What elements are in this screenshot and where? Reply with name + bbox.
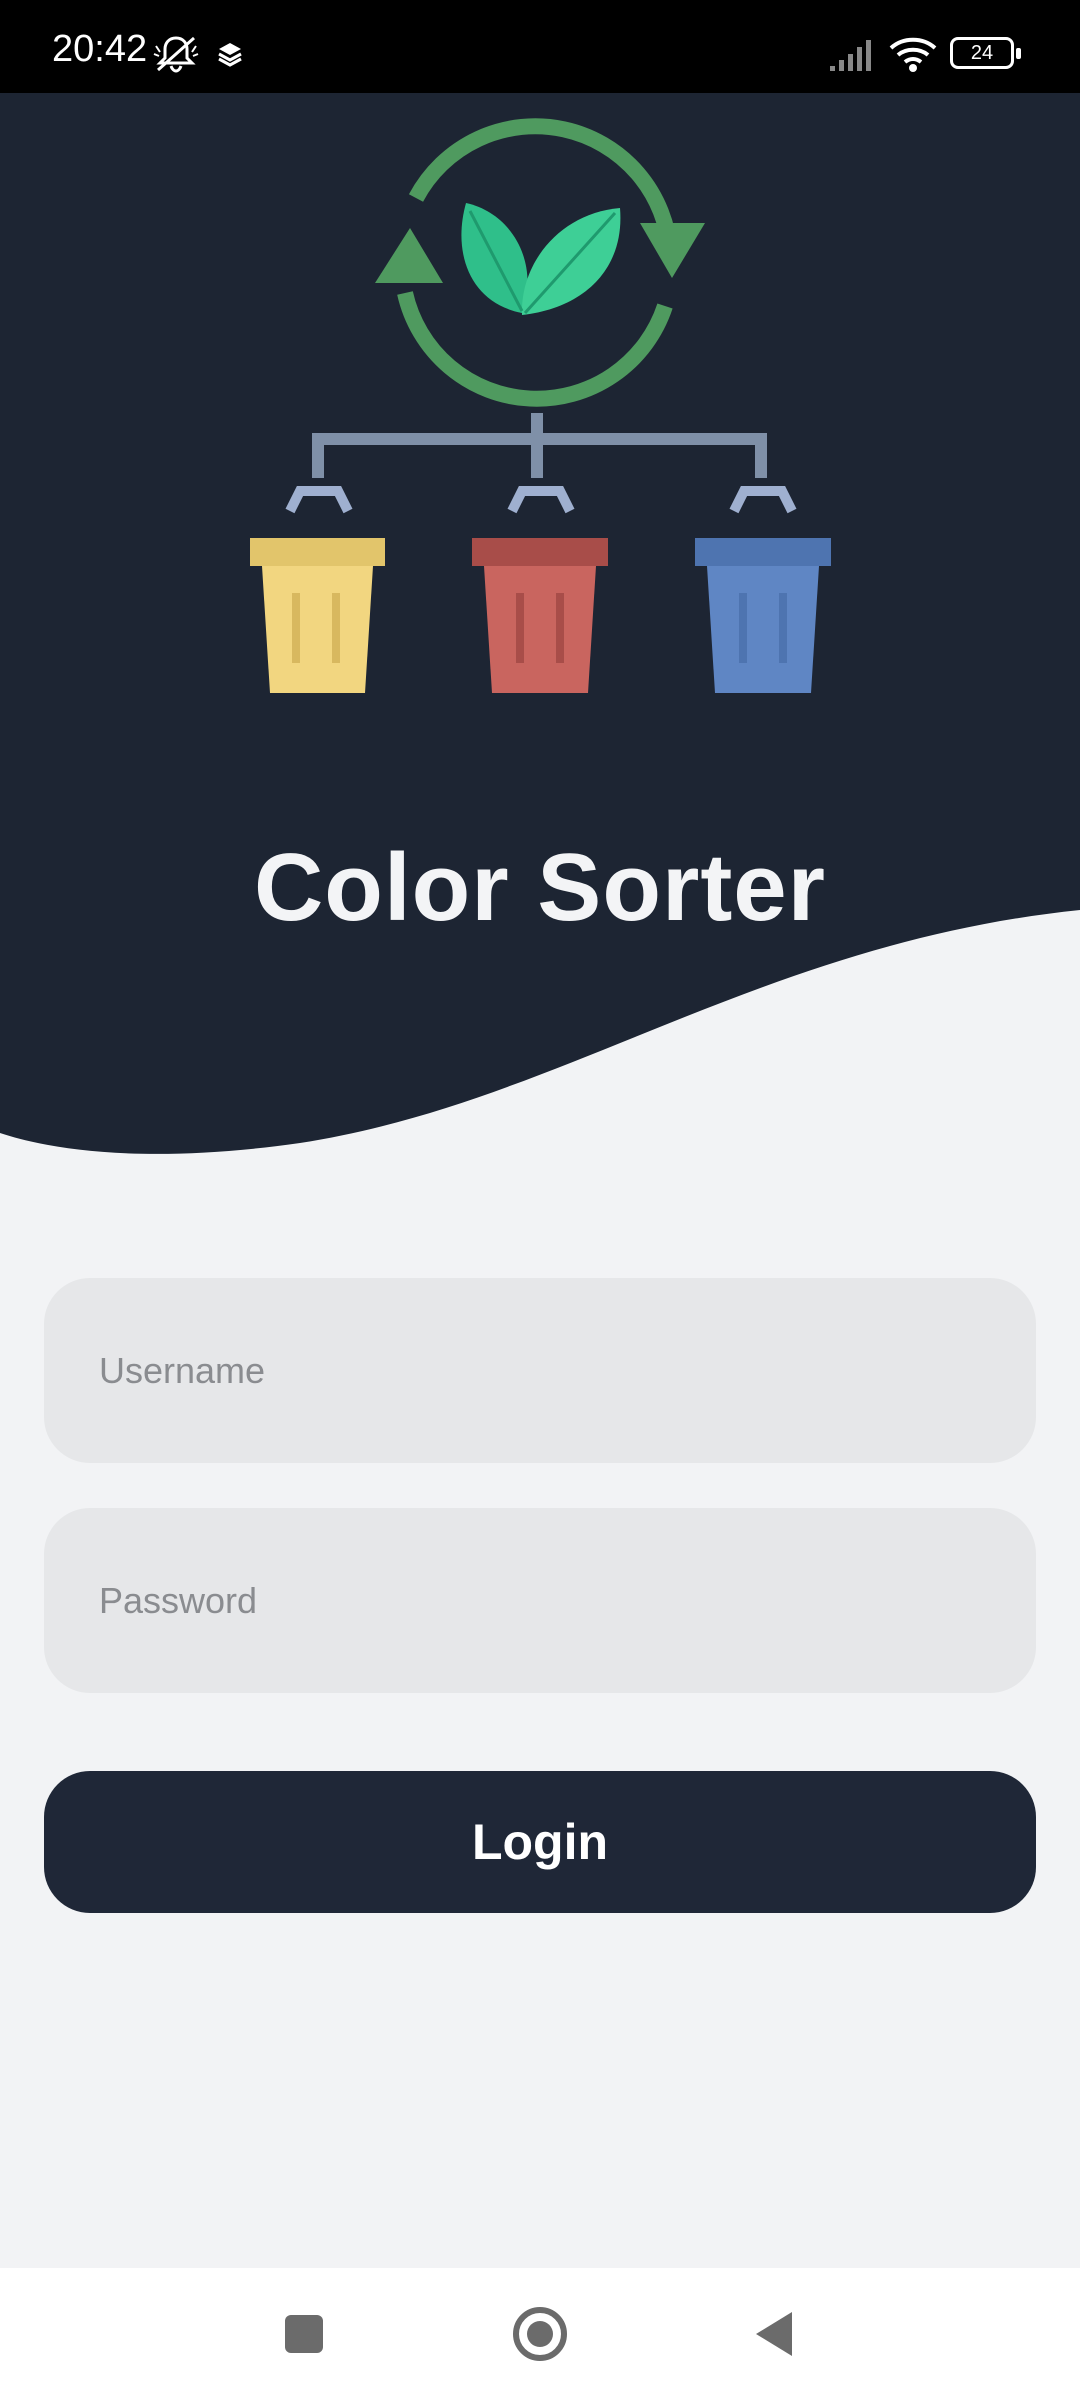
password-placeholder: Password <box>99 1579 258 1621</box>
layers-icon <box>218 43 242 67</box>
password-field[interactable]: Password <box>44 1508 1036 1693</box>
username-placeholder: Username <box>99 1349 266 1391</box>
status-bar: 20:42 24 <box>0 0 1080 93</box>
login-button[interactable]: Login <box>44 1771 1036 1913</box>
login-button-label: Login <box>471 1814 609 1870</box>
app-title: Color Sorter <box>253 834 827 941</box>
battery-level: 24 <box>970 41 994 64</box>
recent-apps-icon[interactable] <box>274 2304 334 2364</box>
battery-icon: 24 <box>950 37 1021 69</box>
username-field[interactable]: Username <box>44 1278 1036 1463</box>
navigation-bar <box>0 2268 1080 2400</box>
signal-icon <box>830 40 871 71</box>
status-time: 20:42 <box>52 28 148 70</box>
hero-background <box>0 93 1080 1154</box>
home-icon[interactable] <box>510 2304 570 2364</box>
wifi-icon <box>889 37 937 72</box>
back-icon[interactable] <box>746 2304 806 2364</box>
hero-header: Color Sorter <box>0 93 1080 1173</box>
mute-icon <box>153 36 199 73</box>
